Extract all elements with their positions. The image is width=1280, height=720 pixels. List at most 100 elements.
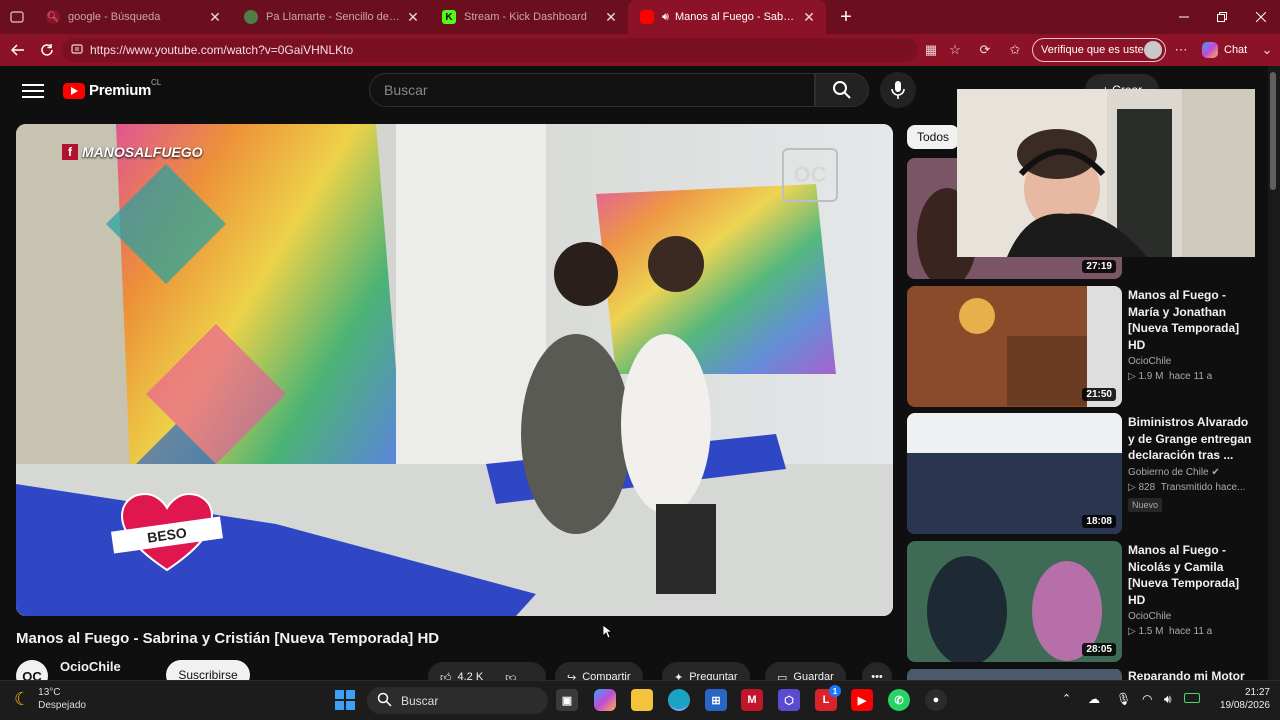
search-input[interactable]: Buscar xyxy=(369,73,815,107)
filter-chip-all[interactable]: Todos xyxy=(907,125,959,149)
scrollbar-thumb[interactable] xyxy=(1270,72,1276,190)
tab-google-search[interactable]: 🔍︎ google - Búsqueda ✕ xyxy=(34,0,232,34)
address-bar[interactable]: https://www.youtube.com/watch?v=0GaiVHNL… xyxy=(62,38,918,62)
view-count: 1.5 M xyxy=(1138,626,1164,637)
weather-widget[interactable]: ☾ 13°C Despejado xyxy=(14,686,86,712)
battery-icon[interactable] xyxy=(1184,693,1200,703)
recommended-info[interactable]: Biministros Alvarado y de Grange entrega… xyxy=(1128,414,1258,513)
tab-label: google - Búsqueda xyxy=(68,11,161,23)
close-icon[interactable]: ✕ xyxy=(406,9,420,26)
verify-identity-button[interactable]: Verifique que es usted xyxy=(1032,38,1166,62)
taskbar-search-input[interactable]: Buscar xyxy=(367,687,548,714)
close-window-icon[interactable] xyxy=(1242,0,1280,34)
favorite-star-icon[interactable]: ☆ xyxy=(946,41,964,59)
google-icon: 🔍︎ xyxy=(46,10,60,24)
overlay-brand-text: MANOSALFUEGO xyxy=(82,144,203,160)
tab-youtube-video[interactable]: 🔊︎ Manos al Fuego - Sabrina y Cr ✕ xyxy=(628,0,826,34)
country-code: CL xyxy=(151,78,162,87)
youtube-icon xyxy=(640,10,654,24)
close-icon[interactable]: ✕ xyxy=(802,9,816,26)
profile-avatar xyxy=(1144,41,1162,59)
youtube-play-icon xyxy=(63,82,85,99)
search-placeholder: Buscar xyxy=(384,82,428,98)
chevron-up-icon[interactable]: ⌃ xyxy=(1062,692,1071,705)
channel-watermark-logo: OC xyxy=(782,148,838,202)
browser-tab-actions-icon[interactable] xyxy=(0,0,34,34)
recommended-title[interactable]: Manos al Fuego - María y Jonathan [Nueva… xyxy=(1128,287,1258,353)
recommended-info[interactable]: Reparando mi Motor xyxy=(1128,668,1258,680)
microsoft-store-icon[interactable]: ⊞ xyxy=(705,689,727,711)
recommended-info[interactable]: Manos al Fuego - Nicolás y Camila [Nueva… xyxy=(1128,542,1258,637)
recommended-channel[interactable]: OcioChile xyxy=(1128,611,1258,622)
minimize-icon[interactable] xyxy=(1165,0,1203,34)
recommended-channel[interactable]: OcioChile xyxy=(1128,356,1258,367)
video-player[interactable]: f MANOSALFUEGO OC BESO xyxy=(16,124,893,616)
edge-browser-icon[interactable] xyxy=(668,689,690,711)
browser-tab-bar: 🔍︎ google - Búsqueda ✕ Pa Llamarte - Sen… xyxy=(0,0,1280,34)
chevron-down-icon[interactable]: ⌄ xyxy=(1258,41,1276,59)
tab-kick-dashboard[interactable]: K Stream - Kick Dashboard ✕ xyxy=(430,0,628,34)
taskbar-search-placeholder: Buscar xyxy=(401,693,439,708)
extension-icon[interactable]: ⟳ xyxy=(976,41,994,59)
tab-spotify[interactable]: Pa Llamarte - Sencillo de Bayron F ✕ xyxy=(232,0,430,34)
apps-grid-icon[interactable]: ▦ xyxy=(922,41,940,59)
close-icon[interactable]: ✕ xyxy=(208,9,222,26)
voice-search-button[interactable] xyxy=(880,72,916,108)
windows-start-icon[interactable] xyxy=(334,689,356,711)
channel-name[interactable]: OcioChile xyxy=(60,659,121,674)
logo-text: Premium xyxy=(89,82,152,99)
recommended-title[interactable]: Manos al Fuego - Nicolás y Camila [Nueva… xyxy=(1128,542,1258,608)
video-age: hace 11 a xyxy=(1169,626,1213,637)
file-explorer-icon[interactable] xyxy=(631,689,653,711)
recommended-meta: ▷ 828 Transmitido hace... xyxy=(1128,481,1246,493)
video-age: hace 11 a xyxy=(1169,371,1213,382)
copilot-chat-button[interactable]: Chat xyxy=(1202,39,1247,61)
recommended-thumbnail[interactable] xyxy=(907,668,1122,680)
youtube-app-icon[interactable]: ▶ xyxy=(851,689,873,711)
copilot-icon xyxy=(1202,42,1218,58)
hamburger-menu-icon[interactable] xyxy=(22,84,44,98)
security-shield-icon[interactable]: ⬡ xyxy=(778,689,800,711)
wifi-icon[interactable]: ◠ xyxy=(1142,692,1152,706)
whatsapp-icon[interactable]: ✆ xyxy=(888,689,910,711)
favorites-icon[interactable]: ✩ xyxy=(1006,41,1024,59)
more-options-icon[interactable]: ⋯ xyxy=(1172,41,1190,59)
notification-badge: 1 xyxy=(829,685,841,697)
site-info-icon[interactable] xyxy=(70,42,84,59)
mcafee-icon[interactable]: M xyxy=(741,689,763,711)
close-icon[interactable]: ✕ xyxy=(604,9,618,26)
app-icon[interactable]: ● xyxy=(925,689,947,711)
youtube-premium-logo[interactable]: Premium CL xyxy=(63,78,161,99)
search-button[interactable] xyxy=(815,73,869,107)
webcam-image xyxy=(957,89,1255,257)
recommended-meta: ▷ 1.9 M hace 11 a xyxy=(1128,371,1213,382)
lenovo-icon[interactable]: L1 xyxy=(815,685,841,711)
tab-label: Manos al Fuego - Sabrina y Cr xyxy=(674,11,796,23)
weather-moon-icon: ☾ xyxy=(14,688,31,709)
video-age: Transmitido hace... xyxy=(1160,481,1246,493)
refresh-icon[interactable] xyxy=(33,36,61,64)
volume-icon[interactable]: 🔊︎ xyxy=(1164,692,1172,707)
clock-time: 21:27 xyxy=(1244,687,1270,698)
recommended-thumbnail[interactable]: 18:08 xyxy=(907,413,1122,534)
recommended-info[interactable]: Manos al Fuego - María y Jonathan [Nueva… xyxy=(1128,287,1258,382)
clock-date: 19/08/2026 xyxy=(1219,700,1270,711)
speaker-icon[interactable]: 🔊︎ xyxy=(662,11,669,24)
url-text: https://www.youtube.com/watch?v=0GaiVHNL… xyxy=(90,43,354,57)
copilot-taskbar-icon[interactable] xyxy=(594,689,616,711)
new-tab-button[interactable]: + xyxy=(832,3,860,31)
onedrive-icon[interactable]: ☁ xyxy=(1088,692,1100,706)
view-count: 1.9 M xyxy=(1138,371,1164,382)
view-count: 828 xyxy=(1138,481,1156,493)
recommended-title[interactable]: Reparando mi Motor xyxy=(1128,668,1258,680)
microphone-icon[interactable]: 🎙︎ xyxy=(1116,692,1131,706)
recommended-thumbnail[interactable]: 28:05 xyxy=(907,541,1122,662)
system-clock[interactable]: 21:27 19/08/2026 xyxy=(1214,686,1270,712)
webcam-overlay xyxy=(957,89,1255,257)
recommended-title[interactable]: Biministros Alvarado y de Grange entrega… xyxy=(1128,414,1258,464)
back-arrow-icon[interactable] xyxy=(4,36,32,64)
task-view-icon[interactable]: ▣ xyxy=(556,689,578,711)
recommended-channel[interactable]: Gobierno de Chile ✔ xyxy=(1128,467,1258,478)
recommended-thumbnail[interactable]: 21:50 xyxy=(907,286,1122,407)
restore-icon[interactable] xyxy=(1203,0,1241,34)
